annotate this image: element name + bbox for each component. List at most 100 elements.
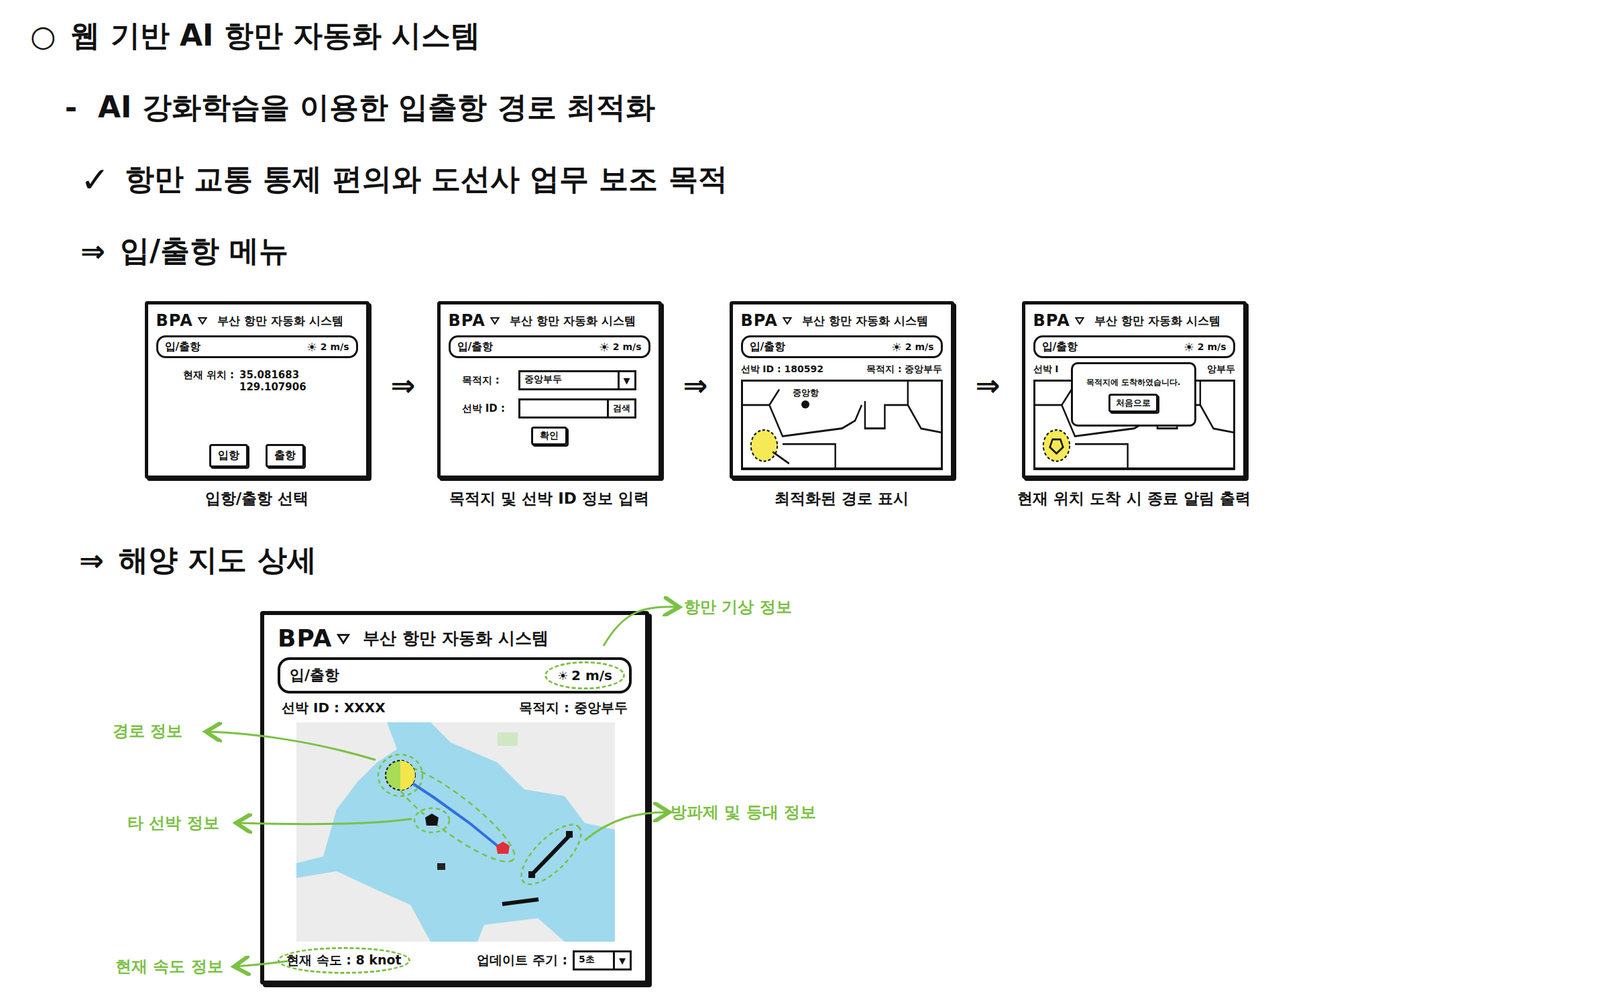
menu-label[interactable]: 입/출항	[749, 339, 786, 355]
direction-button[interactable]: 입항	[209, 443, 249, 468]
map-body: 선박 I 앙부두목적지에 도착하였습니다. 처음으로	[1033, 363, 1236, 471]
subtitle: -AI 강화학습을 이용한 입출항 경로 최적화	[59, 71, 1600, 144]
callout-label: 방파제 및 등대 정보	[670, 801, 817, 823]
ship-callout	[414, 808, 450, 833]
own-ship-icon[interactable]	[496, 841, 510, 854]
menu-bar[interactable]: 입/출항☀2 m/s	[156, 335, 359, 359]
logo-mark-icon	[335, 631, 351, 646]
ship-id: 선박 ID : XXXX	[281, 698, 386, 717]
detail-screen: BPA부산 항만 자동화 시스템입/출항☀2 m/s선박 ID : XXXX목적…	[260, 610, 650, 985]
direction-button[interactable]: 출항	[265, 443, 305, 468]
app-title: 부산 항만 자동화 시스템	[509, 313, 636, 329]
dropdown-icon[interactable]: ▼	[612, 952, 630, 969]
arrow-icon: ⇒	[80, 234, 106, 269]
route-line	[400, 775, 503, 850]
logo: BPA	[156, 311, 194, 330]
weather: ☀2 m/s	[544, 661, 625, 690]
menu-label[interactable]: 입/출항	[164, 339, 202, 355]
place-pin[interactable]: 중앙항	[791, 386, 821, 409]
pin-icon	[801, 400, 810, 409]
sea-map[interactable]	[296, 722, 615, 942]
app-header: BPA 부산 항만 자동화 시스템	[277, 624, 632, 652]
popup-message: 목적지에 도착하였습니다.	[1086, 376, 1181, 389]
button-row: 입항 출항	[156, 443, 359, 468]
confirm-button[interactable]: 확인	[531, 426, 568, 446]
callout-label: 항만 기상 정보	[683, 596, 792, 618]
app-header: BPA부산 항만 자동화 시스템	[448, 311, 651, 330]
menu-bar[interactable]: 입/출항 ☀2 m/s	[1033, 335, 1236, 359]
logo: BPA	[740, 311, 778, 330]
flow-arrow-icon: ⇒	[675, 368, 716, 403]
field-button[interactable]: 검색	[606, 400, 635, 417]
map-detail-diagram: BPA부산 항만 자동화 시스템입/출항☀2 m/s선박 ID : XXXX목적…	[0, 590, 939, 994]
mini-screen: BPA부산 항만 자동화 시스템입/출항☀2 m/s목적지 :중앙부두▼선박 I…	[437, 301, 662, 479]
flow-arrow-icon: ⇒	[382, 368, 424, 403]
section-title: 입/출항 메뉴	[120, 231, 289, 271]
logo-mark-icon	[489, 315, 501, 326]
current-speed: 현재 속도 : 8 knot	[277, 946, 411, 974]
form-row: 목적지 :중앙부두▼	[462, 370, 651, 391]
menu-bar[interactable]: 입/출항☀2 m/s	[448, 335, 651, 359]
form-row: 선박 ID :검색	[462, 398, 651, 419]
update-value[interactable]: 5초	[574, 952, 613, 969]
destination: 앙부두	[1207, 363, 1236, 376]
callout-line	[236, 960, 289, 967]
ship-id: 선박 I	[1033, 363, 1059, 376]
coordinates: 35.081683129.107906	[239, 368, 307, 393]
field-button[interactable]: ▼	[617, 372, 635, 389]
start-half-icon	[400, 760, 416, 790]
location-label: 현재 위치 :	[183, 368, 235, 393]
field-value[interactable]: 중앙부두	[520, 372, 618, 389]
menu-label[interactable]: 입/출항	[1042, 339, 1079, 355]
update-select[interactable]: 5초▼	[572, 950, 632, 971]
menu-bar[interactable]: 입/출항 ☀2 m/s	[277, 657, 632, 694]
coordinate: 129.107906	[239, 380, 307, 393]
title-text: 웹 기반 AI 항만 자동화 시스템	[70, 16, 481, 56]
flow-step: BPA부산 항만 자동화 시스템입/출항☀2 m/s목적지 :중앙부두▼선박 I…	[435, 301, 664, 509]
page-title: ○ 웹 기반 AI 항만 자동화 시스템	[30, 0, 1600, 72]
field-input[interactable]: 중앙부두▼	[518, 370, 637, 391]
logo-mark-icon	[781, 315, 793, 326]
mini-screen: BPA부산 항만 자동화 시스템입/출항☀2 m/s선박 ID : 180592…	[729, 301, 955, 479]
button-row: 확인	[448, 426, 651, 446]
purpose: ✓항만 교통 통제 편의와 도선사 업무 보조 목적	[80, 143, 1600, 216]
section-heading: ⇒ 입/출항 메뉴	[80, 215, 1600, 288]
land	[477, 918, 565, 942]
step-caption: 최적화된 경로 표시	[774, 488, 909, 509]
route-callout	[378, 754, 423, 796]
subtitle-text: AI 강화학습을 이용한 입출항 경로 최적화	[97, 87, 656, 128]
other-ship-icon[interactable]	[437, 863, 446, 870]
callout-label: 타 선박 정보	[127, 812, 220, 834]
home-button[interactable]: 처음으로	[1108, 393, 1159, 413]
wind-speed: 2 m/s	[1197, 341, 1227, 353]
other-ship-icon[interactable]	[425, 813, 439, 826]
menu-bar[interactable]: 입/출항☀2 m/s	[740, 335, 943, 359]
map-body: 선박 ID : 180592목적지 : 중앙부두중앙항	[740, 363, 943, 471]
check-icon: ✓	[80, 159, 110, 200]
title-bullet: ○	[30, 18, 56, 53]
arrival-popup: 목적지에 도착하였습니다. 처음으로	[1070, 362, 1197, 427]
step-caption: 입항/출항 선택	[205, 488, 309, 509]
logo: BPA	[1033, 311, 1071, 330]
sun-icon: ☀	[557, 668, 568, 683]
callout-line	[238, 818, 412, 825]
menu-label[interactable]: 입/출항	[457, 339, 494, 355]
callout-line	[603, 606, 678, 646]
sun-icon: ☀	[598, 339, 610, 355]
menu-label[interactable]: 입/출항	[289, 665, 340, 686]
mini-map[interactable]: 중앙항	[740, 379, 943, 471]
callout-label: 현재 속도 정보	[115, 955, 224, 978]
destination: 목적지 : 중앙부두	[866, 363, 943, 376]
field-input[interactable]: 검색	[518, 398, 637, 419]
logo: BPA	[277, 624, 332, 652]
app-title: 부산 항만 자동화 시스템	[362, 626, 548, 650]
sun-icon: ☀	[306, 339, 318, 355]
breakwater-icon	[532, 834, 570, 874]
breakwater-icon	[502, 899, 539, 904]
sun-icon: ☀	[891, 339, 902, 355]
sun-icon: ☀	[1183, 339, 1195, 355]
water	[296, 722, 615, 942]
coastline-icon	[743, 381, 941, 468]
weather: ☀2 m/s	[1183, 339, 1227, 355]
field-value[interactable]	[520, 400, 607, 417]
